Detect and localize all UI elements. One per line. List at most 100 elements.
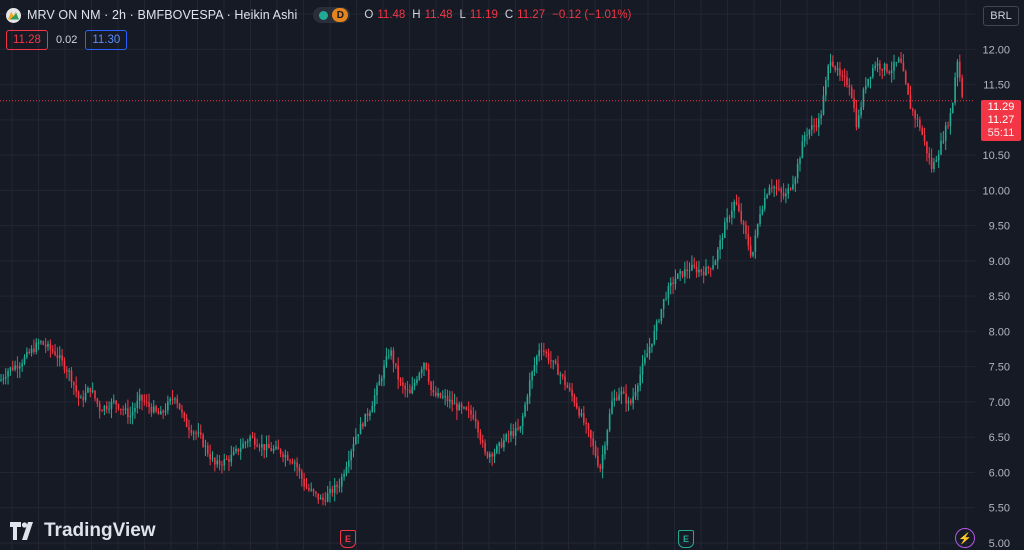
candle-body	[204, 445, 207, 447]
candle-body	[369, 412, 371, 416]
candle-body	[583, 413, 585, 423]
candle-body	[124, 408, 127, 411]
candle-body	[648, 346, 651, 354]
candle-body	[813, 125, 815, 127]
candle-body	[164, 410, 167, 413]
candle-body	[815, 125, 818, 128]
y-axis-tick-label: 7.50	[989, 362, 1010, 374]
candle-body	[796, 163, 799, 179]
candle-body	[914, 110, 916, 119]
candle-body	[747, 233, 750, 246]
candle-body	[724, 222, 726, 238]
sell-button[interactable]: 11.28	[6, 30, 48, 50]
currency-selector[interactable]: BRL	[983, 6, 1019, 26]
symbol-title[interactable]: MRV ON NM · 2h · BMFBOVESPA · Heikin Ash…	[27, 8, 297, 22]
candle-body	[705, 266, 707, 276]
candle-body	[832, 61, 834, 67]
candle-body	[178, 403, 181, 410]
candle-body	[385, 356, 388, 366]
candle-body	[771, 187, 773, 189]
candle-body	[653, 331, 656, 344]
candle-body	[103, 405, 106, 412]
candle-body	[225, 459, 228, 461]
candle-body	[402, 382, 404, 386]
candle-body	[348, 460, 350, 467]
candle-body	[780, 188, 782, 193]
candle-body	[246, 441, 249, 443]
candle-body	[355, 436, 357, 444]
candle-body	[195, 432, 197, 434]
candle-body	[514, 428, 517, 436]
candle-body	[879, 63, 881, 70]
lightning-icon[interactable]: ⚡	[955, 528, 975, 548]
candle-body	[679, 271, 681, 274]
candle-body	[272, 448, 275, 451]
candle-body	[265, 443, 268, 451]
earnings-past-marker[interactable]: E	[340, 530, 356, 548]
price-chart[interactable]: 12.5012.0011.5011.0010.5010.009.509.008.…	[0, 0, 1024, 550]
candle-body	[44, 344, 47, 347]
candle-body	[691, 264, 693, 271]
candle-body	[702, 271, 705, 276]
y-axis-tick-label: 5.00	[989, 538, 1010, 550]
candle-body	[190, 430, 193, 434]
candle-body	[49, 343, 52, 350]
candle-body	[479, 432, 482, 441]
candle-body	[521, 416, 524, 427]
candle-body	[188, 426, 190, 431]
candle-body	[113, 400, 115, 402]
candle-body	[601, 454, 604, 469]
candle-body	[89, 387, 92, 393]
tradingview-logo[interactable]: TradingView	[10, 520, 156, 542]
candle-body	[261, 444, 263, 448]
candle-body	[641, 363, 644, 375]
candle-body	[451, 399, 453, 405]
candle-body	[432, 390, 435, 393]
candle-body	[303, 478, 305, 487]
candle-body	[28, 351, 30, 354]
candle-body	[404, 385, 406, 390]
earnings-next-marker[interactable]: E	[678, 530, 694, 548]
candle-body	[698, 269, 700, 273]
candle-body	[310, 489, 312, 491]
candle-body	[70, 370, 73, 383]
candle-body	[237, 448, 240, 452]
low-label: L	[459, 9, 466, 21]
candle-body	[329, 488, 331, 494]
candle-body	[827, 65, 829, 81]
candle-body	[378, 381, 381, 386]
market-status[interactable]: D	[313, 7, 351, 23]
candle-body	[761, 208, 764, 215]
candle-body	[900, 58, 902, 63]
buy-button[interactable]: 11.30	[85, 30, 128, 50]
candle-body	[263, 444, 265, 451]
candle-body	[207, 445, 209, 454]
candle-body	[413, 382, 416, 387]
spread-value: 0.02	[55, 34, 78, 46]
candle-body	[199, 432, 202, 435]
candle-body	[162, 411, 164, 413]
candle-body	[749, 245, 752, 256]
symbol-logo-icon	[6, 7, 21, 23]
candle-body	[242, 443, 244, 449]
candle-body	[893, 62, 895, 71]
candle-body	[681, 271, 684, 277]
y-axis-tick-label: 9.50	[989, 221, 1010, 233]
candle-body	[444, 396, 446, 398]
last-price-tag: 11.29 11.27 55:11	[981, 100, 1021, 141]
candle-body	[338, 486, 341, 488]
candle-body	[637, 385, 639, 392]
candle-body	[155, 406, 157, 412]
candle-body	[101, 410, 103, 412]
candle-body	[808, 129, 811, 135]
low-value: 11.19	[469, 9, 498, 21]
candle-body	[326, 493, 329, 502]
candle-body	[411, 386, 414, 394]
candle-body	[721, 237, 724, 241]
candle-body	[895, 62, 898, 64]
candle-body	[91, 390, 94, 393]
candle-body	[564, 376, 566, 385]
candle-body	[886, 63, 888, 72]
candle-body	[660, 308, 663, 321]
candle-body	[503, 440, 505, 448]
